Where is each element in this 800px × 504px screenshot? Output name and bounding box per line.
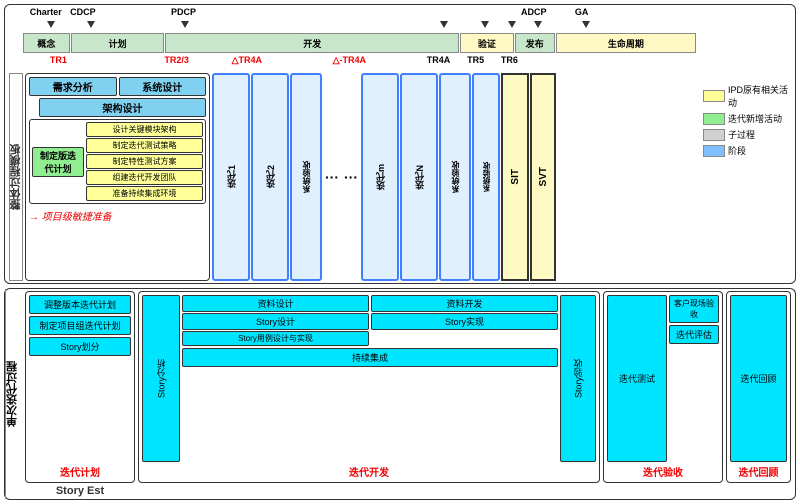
arch-design-box: 架构设计 bbox=[39, 98, 206, 117]
iter2-box: 迭代2 bbox=[251, 73, 289, 281]
iter-test-strategy-box: 制定迭代测试策略 bbox=[86, 138, 203, 153]
ms-cdcp: CDCP bbox=[70, 7, 96, 17]
material-dev-box: 资料开发 bbox=[371, 295, 558, 312]
set-project-plan-box: 制定项目组迭代计划 bbox=[29, 316, 131, 335]
iter-dev-label: 迭代开发 bbox=[142, 464, 596, 479]
iter-plan-group: 调整版本迭代计划 制定项目组迭代计划 Story划分 迭代计划 bbox=[25, 291, 135, 483]
ms-adcp: ADCP bbox=[521, 7, 547, 17]
ms-tr1: TR1 bbox=[50, 55, 67, 65]
iter-review-box: 迭代回顾 bbox=[730, 295, 787, 462]
bottom-vertical-label: 单次迭代过程 bbox=[5, 289, 19, 499]
ms-tr4a-1: △TR4A bbox=[232, 55, 262, 66]
legend-item-new: 迭代新增活动 bbox=[703, 112, 791, 125]
req-analysis-box: 需求分析 bbox=[29, 77, 117, 96]
bottom-section: 单次迭代过程 调整版本迭代计划 制定项目组迭代计划 Story划分 迭代计划 S… bbox=[4, 288, 796, 500]
plan-iter-box: 制定版迭代计划 bbox=[32, 147, 84, 177]
phase-develop: 开发 bbox=[165, 33, 459, 53]
iter-test-group: 迭代测试 客户现场验收 迭代评估 迭代验收 bbox=[603, 291, 723, 483]
dots2: ··· bbox=[342, 73, 360, 281]
phase-verify: 验证 bbox=[460, 33, 513, 53]
customer-site-box: 客户现场验收 bbox=[669, 295, 719, 323]
iter-dev-group: Story分析 资料设计 Story设计 Story用例设计与实现 资料 bbox=[138, 291, 600, 483]
iter-test-label: 迭代验收 bbox=[607, 464, 719, 479]
phase-plan: 计划 bbox=[71, 33, 165, 53]
main-container: Charter CDCP PDCP ADCP GA 概念 计划 开发 bbox=[0, 0, 800, 504]
iter-plan-label: 迭代计划 bbox=[29, 464, 131, 479]
sys-design-box: 系统设计 bbox=[119, 77, 207, 96]
sys-verify2-box: 系统验收 bbox=[439, 73, 471, 281]
ms-tr23: TR2/3 bbox=[164, 55, 189, 65]
story-impl-box: Story实现 bbox=[371, 313, 558, 330]
sit-box: SIT bbox=[501, 73, 529, 281]
ms-tr5: TR5 bbox=[467, 55, 484, 65]
ms-tr4a-2: △-TR4A bbox=[333, 55, 366, 66]
itern-box: 迭代N bbox=[400, 73, 438, 281]
prepare-ci-box: 准备持续集成环境 bbox=[86, 186, 203, 201]
top-vertical-label: 整体过程模板 bbox=[9, 73, 23, 281]
phase-concept: 概念 bbox=[23, 33, 70, 53]
svt-box: SVT bbox=[530, 73, 556, 281]
key-module-box: 设计关键模块架构 bbox=[86, 122, 203, 137]
iter-review-label: 迭代回顾 bbox=[730, 464, 787, 479]
continuous-integration-box: 持续集成 bbox=[182, 348, 558, 367]
story-design-box: Story设计 bbox=[182, 313, 369, 330]
material-design-box: 资料设计 bbox=[182, 295, 369, 312]
sys-verify3-box: 系统验收 bbox=[472, 73, 500, 281]
build-team-box: 组建迭代开发团队 bbox=[86, 170, 203, 185]
sys-verify1-box: 系统验收 bbox=[290, 73, 322, 281]
iter-test-box: 迭代测试 bbox=[607, 295, 667, 462]
story-split-box: Story划分 bbox=[29, 337, 131, 356]
agile-prep-label: → 项目级敏捷准备 bbox=[29, 208, 206, 223]
legend-item-ipd: IPD原有相关活动 bbox=[703, 83, 791, 109]
ms-tr4a-3: TR4A bbox=[427, 55, 451, 65]
legend-item-subprocess: 子过程 bbox=[703, 128, 791, 141]
ms-charter: Charter bbox=[30, 7, 62, 17]
legend: IPD原有相关活动 迭代新增活动 子过程 阶段 bbox=[699, 73, 791, 281]
story-est-label: Story Est bbox=[25, 485, 135, 497]
ms-pdcp: PDCP bbox=[171, 7, 196, 17]
top-section: Charter CDCP PDCP ADCP GA 概念 计划 开发 bbox=[4, 4, 796, 284]
story-usecase-box: Story用例设计与实现 bbox=[182, 331, 369, 346]
feature-test-box: 制定特性测试方案 bbox=[86, 154, 203, 169]
iter1-box: 迭代1 bbox=[212, 73, 250, 281]
legend-item-phase: 阶段 bbox=[703, 144, 791, 157]
adjust-plan-box: 调整版本迭代计划 bbox=[29, 295, 131, 314]
iter-review-group: 迭代回顾 迭代回顾 bbox=[726, 291, 791, 483]
story-verify-box: Story验收 bbox=[560, 295, 596, 462]
dots1: ··· bbox=[323, 73, 341, 281]
ms-ga: GA bbox=[575, 7, 589, 17]
ms-tr6: TR6 bbox=[501, 55, 518, 65]
left-process-box: 需求分析 系统设计 架构设计 制定版迭代计划 设计关键模块架构 制定迭代测试策略… bbox=[25, 73, 210, 281]
iter-eval-box: 迭代评估 bbox=[669, 325, 719, 344]
phase-lifecycle: 生命周期 bbox=[556, 33, 696, 53]
iterm-box: 迭代m bbox=[361, 73, 399, 281]
phase-release: 发布 bbox=[515, 33, 555, 53]
story-analysis-box: Story分析 bbox=[142, 295, 180, 462]
